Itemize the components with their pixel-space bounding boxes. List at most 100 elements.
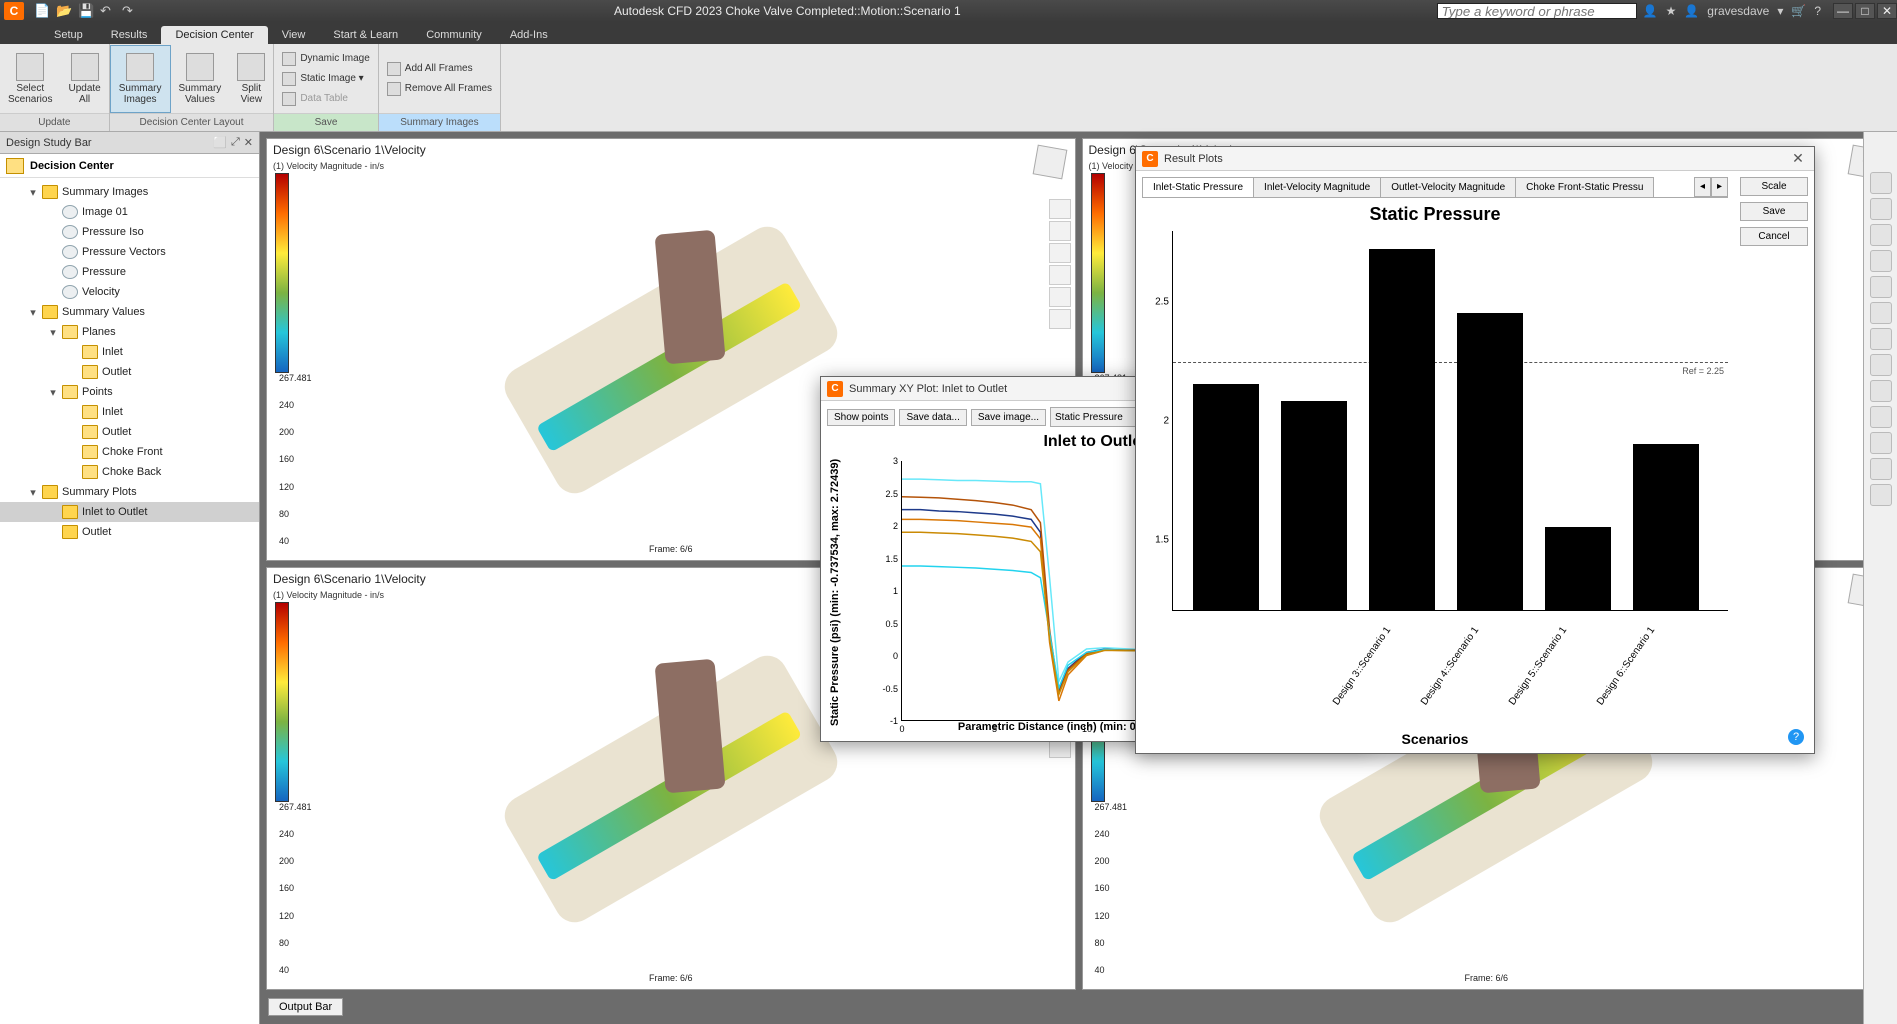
tool-g-icon[interactable] bbox=[1870, 484, 1892, 506]
qat-save-icon[interactable]: 💾 bbox=[78, 3, 94, 19]
tree-node-pressure-iso[interactable]: Pressure Iso bbox=[0, 222, 259, 242]
tool-f-icon[interactable] bbox=[1870, 458, 1892, 480]
output-bar-button[interactable]: Output Bar bbox=[268, 998, 343, 1016]
tool-d-icon[interactable] bbox=[1870, 406, 1892, 428]
tree-node-choke-back[interactable]: Choke Back bbox=[0, 462, 259, 482]
tree-node-outlet[interactable]: Outlet bbox=[0, 422, 259, 442]
dialog-titlebar[interactable]: C Result Plots ✕ bbox=[1136, 147, 1814, 171]
ribbon-select-scenarios-button[interactable]: Select Scenarios bbox=[0, 45, 60, 113]
result-tab-choke-front-static-pressu[interactable]: Choke Front-Static Pressu bbox=[1515, 177, 1654, 197]
ribbon-summary-values-button[interactable]: Summary Values bbox=[171, 45, 230, 113]
tree-node-summary-values[interactable]: ▾Summary Values bbox=[0, 302, 259, 322]
ribbon-split-view-button[interactable]: Split View bbox=[229, 45, 273, 113]
tool-clipboard-icon[interactable] bbox=[1870, 302, 1892, 324]
tree-node-pressure-vectors[interactable]: Pressure Vectors bbox=[0, 242, 259, 262]
tool-home-icon[interactable] bbox=[1870, 172, 1892, 194]
favorite-icon[interactable]: ★ bbox=[1666, 4, 1677, 18]
tab-scroll-right-icon[interactable]: ▸ bbox=[1711, 177, 1728, 197]
bar[interactable] bbox=[1633, 444, 1699, 610]
help-icon[interactable]: ? bbox=[1814, 4, 1821, 18]
nav-tool-icon[interactable] bbox=[1049, 199, 1071, 219]
ribbon-summary-images-button[interactable]: Summary Images bbox=[110, 45, 171, 113]
ribbon-item-dynamic-image[interactable]: Dynamic Image bbox=[282, 50, 369, 68]
cancel-button[interactable]: Cancel bbox=[1740, 227, 1808, 246]
close-button[interactable]: ✕ bbox=[1877, 3, 1897, 19]
ribbon-item-add-all-frames[interactable]: Add All Frames bbox=[387, 60, 492, 78]
viewcube[interactable] bbox=[1032, 145, 1067, 180]
tree-node-points[interactable]: ▾Points bbox=[0, 382, 259, 402]
qat-new-icon[interactable]: 📄 bbox=[34, 3, 50, 19]
tree-node-planes[interactable]: ▾Planes bbox=[0, 322, 259, 342]
qat-open-icon[interactable]: 📂 bbox=[56, 3, 72, 19]
show-points-button[interactable]: Show points bbox=[827, 409, 895, 426]
tree-node-inlet[interactable]: Inlet bbox=[0, 342, 259, 362]
bar[interactable] bbox=[1193, 384, 1259, 610]
save-data-button[interactable]: Save data... bbox=[899, 409, 966, 426]
nav-tool-icon[interactable] bbox=[1049, 243, 1071, 263]
tree-node-velocity[interactable]: Velocity bbox=[0, 282, 259, 302]
app-icon[interactable]: C bbox=[4, 2, 24, 20]
help-icon[interactable]: ? bbox=[1788, 729, 1804, 745]
bar[interactable] bbox=[1369, 249, 1435, 610]
username-label[interactable]: gravesdave bbox=[1707, 4, 1769, 18]
nav-tool-icon[interactable] bbox=[1049, 287, 1071, 307]
tree-node-image-01[interactable]: Image 01 bbox=[0, 202, 259, 222]
user-icon[interactable]: 👤 bbox=[1684, 4, 1699, 18]
result-tab-inlet-velocity-magnitude[interactable]: Inlet-Velocity Magnitude bbox=[1253, 177, 1381, 197]
tree-node-inlet[interactable]: Inlet bbox=[0, 402, 259, 422]
nav-tool-icon[interactable] bbox=[1049, 265, 1071, 285]
qat-undo-icon[interactable]: ↶ bbox=[100, 3, 116, 19]
tree-node-inlet-to-outlet[interactable]: Inlet to Outlet bbox=[0, 502, 259, 522]
signin-icon[interactable]: 👤 bbox=[1643, 4, 1658, 18]
tree-node-outlet[interactable]: Outlet bbox=[0, 522, 259, 542]
tool-zoom-icon[interactable] bbox=[1870, 250, 1892, 272]
tool-pan-icon[interactable] bbox=[1870, 198, 1892, 220]
tree-node-outlet[interactable]: Outlet bbox=[0, 362, 259, 382]
tool-b-icon[interactable] bbox=[1870, 354, 1892, 376]
menu-tab-results[interactable]: Results bbox=[97, 26, 162, 44]
menu-tab-view[interactable]: View bbox=[268, 26, 320, 44]
dialog-title: Result Plots bbox=[1164, 153, 1223, 165]
help-search-input[interactable] bbox=[1437, 3, 1637, 19]
tree-node-choke-front[interactable]: Choke Front bbox=[0, 442, 259, 462]
tree-node-pressure[interactable]: Pressure bbox=[0, 262, 259, 282]
panel-pin-icon[interactable]: ⬜ bbox=[213, 136, 227, 149]
cart-icon[interactable]: 🛒 bbox=[1791, 4, 1806, 18]
result-tab-inlet-static-pressure[interactable]: Inlet-Static Pressure bbox=[1142, 177, 1254, 197]
menu-tab-community[interactable]: Community bbox=[412, 26, 496, 44]
menu-tab-setup[interactable]: Setup bbox=[40, 26, 97, 44]
tree-node-summary-images[interactable]: ▾Summary Images bbox=[0, 182, 259, 202]
ribbon-update-all-button[interactable]: Update All bbox=[60, 45, 108, 113]
tool-e-icon[interactable] bbox=[1870, 432, 1892, 454]
nav-tool-icon[interactable] bbox=[1049, 221, 1071, 241]
tool-a-icon[interactable] bbox=[1870, 328, 1892, 350]
panel-popout-icon[interactable]: ⤢ bbox=[231, 136, 240, 149]
dropdown-icon[interactable]: ▾ bbox=[1777, 4, 1783, 18]
scale-button[interactable]: Scale bbox=[1740, 177, 1808, 196]
qat-redo-icon[interactable]: ↷ bbox=[122, 3, 138, 19]
bar[interactable] bbox=[1545, 527, 1611, 610]
tool-orbit-icon[interactable] bbox=[1870, 224, 1892, 246]
save-image-button[interactable]: Save image... bbox=[971, 409, 1046, 426]
minimize-button[interactable]: — bbox=[1833, 3, 1853, 19]
menu-tab-add-ins[interactable]: Add-Ins bbox=[496, 26, 562, 44]
bar[interactable] bbox=[1281, 401, 1347, 610]
tree-root[interactable]: Decision Center bbox=[0, 154, 259, 178]
tab-scroll-left-icon[interactable]: ◂ bbox=[1694, 177, 1711, 197]
tool-c-icon[interactable] bbox=[1870, 380, 1892, 402]
nav-tool-icon[interactable] bbox=[1049, 309, 1071, 329]
result-tab-outlet-velocity-magnitude[interactable]: Outlet-Velocity Magnitude bbox=[1380, 177, 1516, 197]
menu-tab-start-learn[interactable]: Start & Learn bbox=[319, 26, 412, 44]
dialog-close-icon[interactable]: ✕ bbox=[1788, 150, 1808, 167]
bar-chart-plot[interactable]: 1.522.5Ref = 2.25 bbox=[1172, 231, 1728, 611]
tree-node-summary-plots[interactable]: ▾Summary Plots bbox=[0, 482, 259, 502]
tree-root-label: Decision Center bbox=[30, 160, 114, 172]
save-button[interactable]: Save bbox=[1740, 202, 1808, 221]
tool-fit-icon[interactable] bbox=[1870, 276, 1892, 298]
bar[interactable] bbox=[1457, 313, 1523, 610]
ribbon-item-static-image-[interactable]: Static Image ▾ bbox=[282, 70, 369, 88]
maximize-button[interactable]: □ bbox=[1855, 3, 1875, 19]
menu-tab-decision-center[interactable]: Decision Center bbox=[161, 26, 267, 44]
panel-close-icon[interactable]: ✕ bbox=[244, 136, 253, 149]
ribbon-item-remove-all-frames[interactable]: Remove All Frames bbox=[387, 80, 492, 98]
